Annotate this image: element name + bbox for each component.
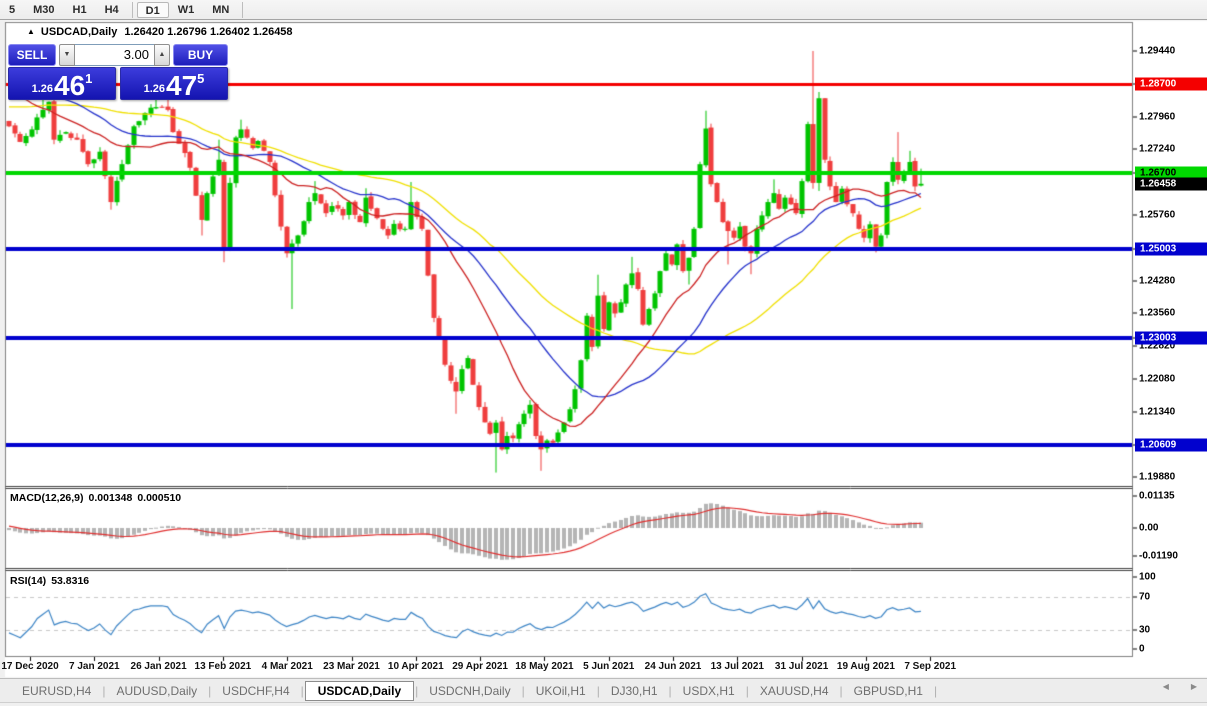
timeframe-button-m30[interactable]: M30 [24, 2, 63, 18]
tab-separator: | [415, 683, 419, 698]
toolbar-separator [242, 1, 244, 18]
timeframe-button-d1[interactable]: D1 [136, 1, 169, 18]
buy-price-prefix: 1.26 [143, 83, 166, 95]
tab-usdchf-h4[interactable]: USDCHF,H4 [212, 681, 299, 701]
tab-xauusd-h4[interactable]: XAUUSD,H4 [750, 681, 839, 701]
price-axis-label: 1.29440 [1139, 45, 1176, 57]
rsi-name: RSI(14) [10, 575, 47, 587]
tab-audusd-daily[interactable]: AUDUSD,Daily [106, 681, 207, 701]
tab-separator: | [668, 683, 672, 698]
tab-eurusd-h4[interactable]: EURUSD,H4 [12, 681, 101, 701]
buy-price-main: 47 [166, 70, 198, 101]
sell-price-main: 46 [54, 70, 86, 101]
timeframe-button-h1[interactable]: H1 [64, 2, 96, 18]
mt4-window: 5 M30 H1 H4 D1 W1 MN ▲ USDCAD,Daily 1.26420 1.26… [0, 0, 1207, 706]
macd-label: MACD(12,26,9) 0.001348 0.000510 [10, 492, 186, 504]
sell-price-display[interactable]: 1.26 46 1 [8, 67, 116, 100]
date-axis-label: 19 Aug 2021 [836, 661, 895, 672]
chart-symbol-label: USDCAD,Daily [40, 26, 118, 38]
date-axis-label: 23 Mar 2021 [323, 661, 380, 672]
price-level-label: 1.20609 [1135, 438, 1207, 452]
tab-separator: | [521, 683, 525, 698]
tab-separator: | [839, 683, 843, 698]
macd-value: 0.001348 [88, 492, 133, 504]
date-axis-label: 4 Mar 2021 [261, 661, 313, 672]
price-axis-label: 1.27240 [1139, 143, 1176, 155]
rsi-scale-label: 0 [1139, 643, 1145, 655]
chart-ohlc-values: 1.26420 1.26796 1.26402 1.26458 [124, 26, 293, 38]
date-axis-label: 7 Sep 2021 [904, 661, 957, 672]
tab-gbpusd-h1[interactable]: GBPUSD,H1 [844, 681, 933, 701]
rsi-value: 53.8316 [51, 575, 90, 587]
date-axis-label: 13 Jul 2021 [710, 661, 764, 672]
price-axis-label: 1.25760 [1139, 209, 1176, 221]
price-axis-label: 1.23560 [1139, 307, 1176, 319]
buy-price-pip: 5 [197, 71, 205, 86]
chevron-down-icon: ▼ [63, 51, 71, 58]
timeframe-toolbar: 5 M30 H1 H4 D1 W1 MN [0, 0, 1207, 20]
toolbar-separator [131, 1, 133, 18]
date-axis-label: 24 Jun 2021 [644, 661, 702, 672]
tab-scroll-left-icon[interactable]: ◀ [1163, 682, 1169, 691]
macd-scale-label: 0.01135 [1139, 490, 1175, 502]
tab-ukoil-h1[interactable]: UKOil,H1 [526, 681, 596, 701]
tab-dj30-h1[interactable]: DJ30,H1 [601, 681, 668, 701]
price-axis-label: 1.24280 [1139, 275, 1176, 287]
chevron-up-icon: ▲ [158, 51, 166, 58]
price-axis-label: 1.19880 [1139, 471, 1176, 483]
macd-signal-value: 0.000510 [137, 492, 182, 504]
price-axis-label: 1.27960 [1139, 111, 1176, 123]
symbol-tabbar: EURUSD,H4 | AUDUSD,Daily | USDCHF,H4 | USDCAD,… [0, 678, 1207, 703]
price-level-label: 1.28700 [1135, 77, 1207, 91]
timeframe-button-mn[interactable]: MN [203, 2, 238, 18]
date-axis-label: 13 Feb 2021 [194, 661, 252, 672]
buy-price-display[interactable]: 1.26 47 5 [120, 67, 228, 100]
macd-scale-label: 0.00 [1139, 522, 1159, 534]
volume-input[interactable]: 3.00 [75, 44, 154, 66]
date-axis-label: 17 Dec 2020 [1, 661, 59, 672]
tab-separator: | [300, 683, 304, 698]
price-axis-label: 1.21340 [1139, 406, 1176, 418]
current-price-label: 1.26458 [1135, 177, 1207, 191]
rsi-label: RSI(14) 53.8316 [10, 575, 94, 587]
rsi-scale-label: 70 [1139, 591, 1151, 603]
volume-increase-button[interactable]: ▲ [154, 44, 170, 66]
tab-separator: | [745, 683, 749, 698]
price-level-label: 1.23003 [1135, 331, 1207, 345]
macd-scale-label: -0.01190 [1139, 550, 1178, 562]
sell-price-pip: 1 [85, 71, 93, 86]
tab-usdx-h1[interactable]: USDX,H1 [673, 681, 745, 701]
date-axis-label: 26 Jan 2021 [130, 661, 187, 672]
timeframe-button-w1[interactable]: W1 [169, 2, 204, 18]
date-axis-label: 5 Jun 2021 [583, 661, 635, 672]
timeframe-button-h4[interactable]: H4 [96, 2, 128, 18]
timeframe-button-5[interactable]: 5 [0, 2, 24, 18]
rsi-scale-label: 100 [1139, 571, 1156, 583]
date-axis-label: 29 Apr 2021 [452, 661, 508, 672]
tab-scroll-right-icon[interactable]: ▶ [1191, 682, 1197, 691]
price-level-label: 1.25003 [1135, 242, 1207, 256]
tab-separator: | [208, 683, 212, 698]
symbol-marker-icon: ▲ [27, 27, 35, 36]
tab-usdcnh-daily[interactable]: USDCNH,Daily [419, 681, 520, 701]
tab-separator: | [102, 683, 106, 698]
price-axis-label: 1.22080 [1139, 373, 1176, 385]
sell-price-prefix: 1.26 [31, 83, 54, 95]
tab-separator: | [596, 683, 600, 698]
sell-button[interactable]: SELL [8, 44, 56, 66]
date-axis-label: 18 May 2021 [515, 661, 574, 672]
chart-title: ▲ USDCAD,Daily 1.26420 1.26796 1.26402 1.2… [27, 26, 293, 38]
tab-separator: | [933, 683, 938, 698]
date-axis-label: 7 Jan 2021 [68, 661, 120, 672]
tab-usdcad-daily[interactable]: USDCAD,Daily [304, 680, 415, 701]
rsi-scale-label: 30 [1139, 624, 1151, 636]
date-axis-label: 31 Jul 2021 [774, 661, 829, 672]
volume-decrease-button[interactable]: ▼ [59, 44, 75, 66]
chart-canvas[interactable] [0, 0, 1207, 706]
macd-name: MACD(12,26,9) [10, 492, 84, 504]
buy-button[interactable]: BUY [173, 44, 228, 66]
date-axis-label: 10 Apr 2021 [387, 661, 444, 672]
one-click-trade-panel: SELL ▼ 3.00 ▲ BUY 1.26 46 1 1.26 47 5 [8, 44, 228, 101]
tab-scroll-controls: ◀ ▶ [1163, 682, 1197, 691]
